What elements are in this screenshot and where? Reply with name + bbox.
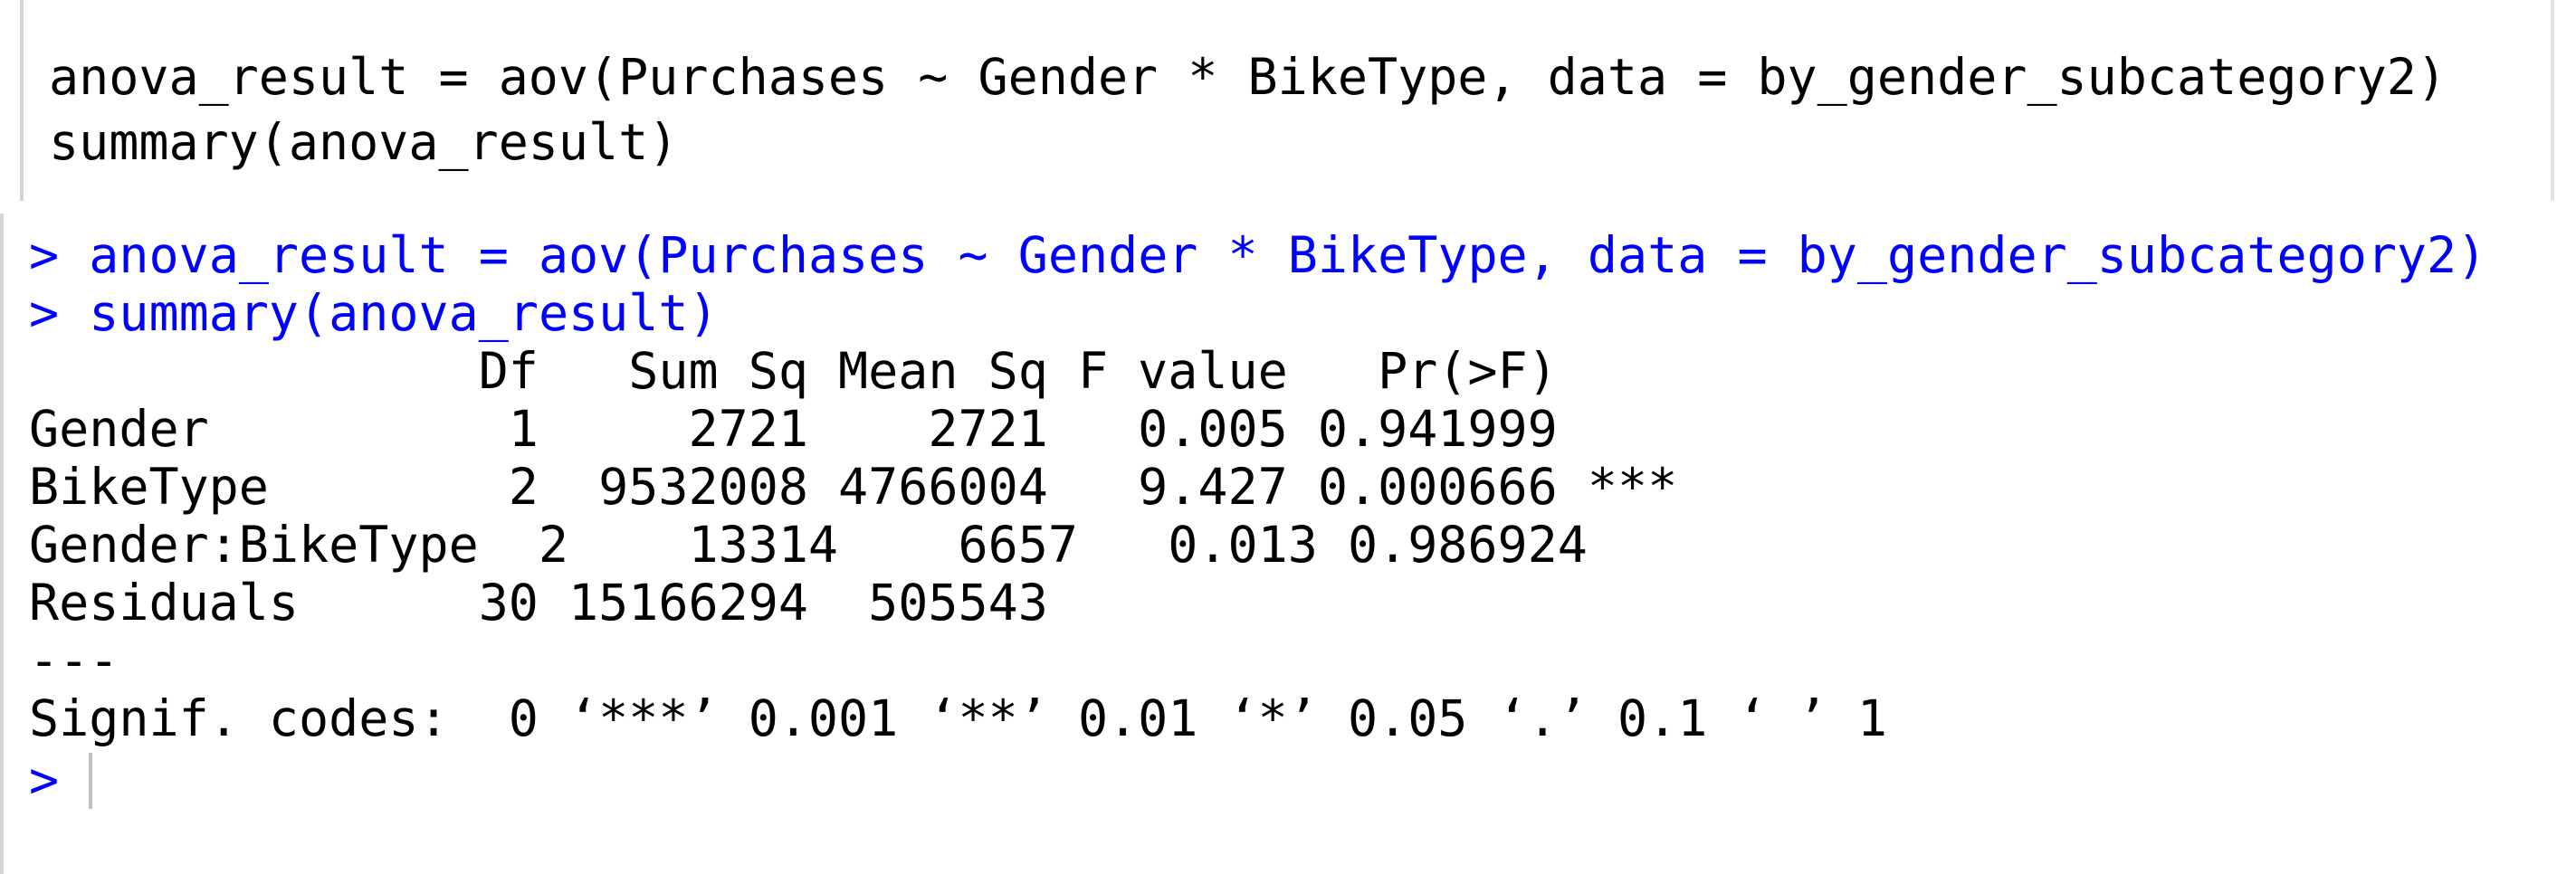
separator-line: ---	[29, 632, 119, 689]
r-console[interactable]: > anova_result = aov(Purchases ~ Gender …	[0, 214, 2576, 874]
command-text: anova_result = aov(Purchases ~ Gender * …	[89, 226, 2487, 284]
signif-codes: Signif. codes: 0 ‘***’ 0.001 ‘**’ 0.01 ‘…	[29, 689, 1887, 747]
anova-row-biketype: BikeType 2 9532008 4766004 9.427 0.00066…	[29, 458, 1678, 516]
prompt-symbol: >	[29, 226, 60, 284]
command-text: summary(anova_result)	[89, 284, 719, 342]
panel-divider	[0, 201, 2576, 214]
anova-row-gender: Gender 1 2721 2721 0.005 0.941999	[29, 400, 1678, 458]
anova-table-header: Df Sum Sq Mean Sq F value Pr(>F)	[29, 342, 1678, 400]
script-editor[interactable]: anova_result = aov(Purchases ~ Gender * …	[20, 0, 2554, 201]
editor-line-2[interactable]: summary(anova_result)	[49, 110, 678, 174]
console-command-2: > summary(anova_result)	[29, 284, 719, 342]
anova-row-residuals: Residuals 30 15166294 505543	[29, 574, 1648, 632]
text-cursor	[89, 753, 92, 809]
input-prompt[interactable]: >	[29, 751, 59, 809]
editor-line-1[interactable]: anova_result = aov(Purchases ~ Gender * …	[49, 45, 2447, 109]
prompt-symbol: >	[29, 284, 60, 342]
console-command-1: > anova_result = aov(Purchases ~ Gender …	[29, 226, 2486, 284]
anova-row-interaction: Gender:BikeType 2 13314 6657 0.013 0.986…	[29, 516, 1708, 574]
